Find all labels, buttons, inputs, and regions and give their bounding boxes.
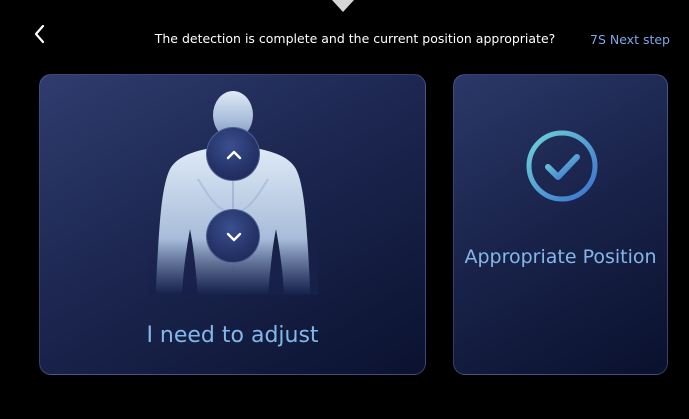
appropriate-position-label: Appropriate Position [464, 246, 657, 268]
chevron-left-icon [34, 24, 45, 44]
check-circle-icon [526, 130, 598, 202]
chevron-up-icon [226, 150, 242, 160]
move-down-button[interactable] [206, 209, 260, 263]
chevron-down-icon [226, 232, 242, 242]
appropriate-position-card[interactable]: Appropriate Position [453, 74, 668, 375]
pull-down-indicator[interactable] [332, 0, 354, 12]
page-title: The detection is complete and the curren… [154, 31, 556, 46]
adjust-label: I need to adjust [146, 323, 319, 348]
move-up-button[interactable] [206, 127, 260, 181]
back-button[interactable] [28, 22, 52, 46]
screen: The detection is complete and the curren… [0, 0, 689, 419]
body-back-illustration [148, 91, 318, 295]
adjust-card[interactable]: I need to adjust [39, 74, 426, 375]
next-step-button[interactable]: 7S Next step [580, 32, 680, 48]
